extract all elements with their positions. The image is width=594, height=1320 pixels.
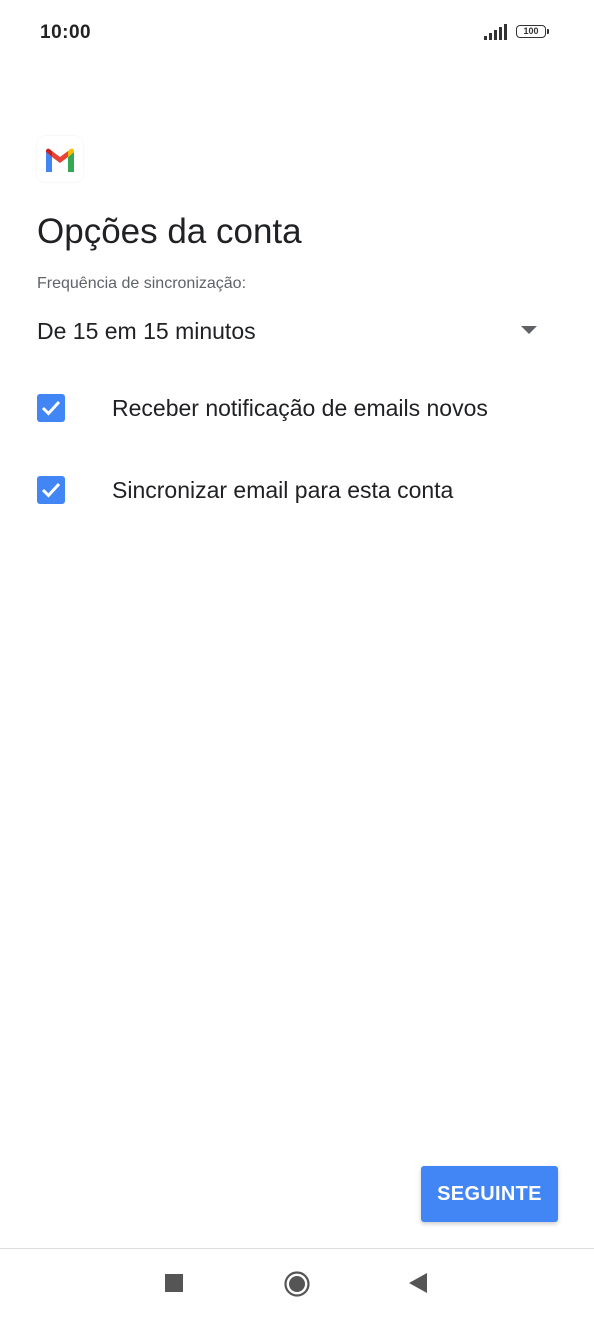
sync-email-option[interactable]: Sincronizar email para esta conta: [37, 468, 557, 512]
battery-icon: 100: [516, 25, 549, 40]
gmail-logo-icon: [37, 136, 83, 182]
sync-email-label: Sincronizar email para esta conta: [112, 477, 454, 503]
recent-apps-icon[interactable]: [165, 1274, 183, 1292]
status-time: 10:00: [40, 22, 92, 43]
next-button[interactable]: SEGUINTE: [421, 1166, 558, 1222]
notify-new-emails-checkbox[interactable]: [37, 394, 65, 422]
checkmark-icon: [41, 482, 61, 498]
battery-tip: [547, 29, 549, 34]
signal-icon: [484, 24, 507, 40]
battery-level: 100: [516, 25, 546, 38]
gmail-m-icon: [46, 148, 74, 172]
notify-new-emails-option[interactable]: Receber notificação de emails novos: [37, 386, 557, 430]
home-icon[interactable]: [284, 1271, 310, 1297]
sync-frequency-label: Frequência de sincronização:: [37, 275, 247, 292]
navigation-bar: [0, 1249, 594, 1320]
page-title: Opções da conta: [37, 212, 302, 251]
status-bar: 10:00 100: [0, 0, 594, 66]
checkmark-icon: [41, 400, 61, 416]
sync-email-checkbox[interactable]: [37, 476, 65, 504]
notify-new-emails-label: Receber notificação de emails novos: [112, 395, 488, 421]
back-icon[interactable]: [409, 1273, 427, 1293]
sync-frequency-value: De 15 em 15 minutos: [37, 318, 256, 344]
sync-frequency-dropdown[interactable]: De 15 em 15 minutos: [37, 312, 557, 352]
dropdown-arrow-icon: [521, 326, 537, 334]
